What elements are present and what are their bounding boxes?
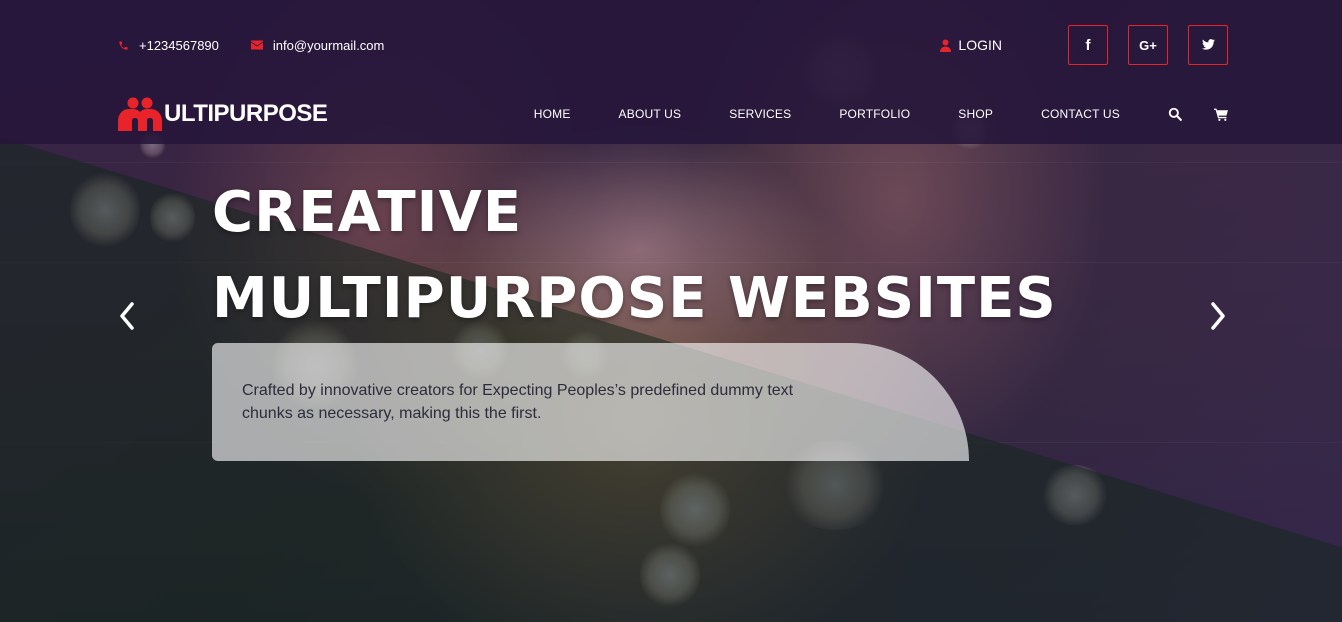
cart-icon[interactable] [1214,108,1228,121]
nav-item-shop[interactable]: SHOP [958,107,993,121]
hero-title-line-2: MULTIPURPOSE WEBSITES [212,266,1057,331]
chevron-left-icon [120,302,134,330]
search-icon[interactable] [1168,107,1182,121]
top-right-group: LOGIN f G+ [940,25,1228,65]
nav-item-home[interactable]: HOME [534,107,571,121]
nav-item-portfolio[interactable]: PORTFOLIO [839,107,910,121]
chevron-right-icon [1211,302,1225,330]
hero-title: CREATIVE MULTIPURPOSE WEBSITES [212,170,1057,342]
google-plus-icon: G+ [1139,37,1157,53]
logo-mark-icon [118,97,162,131]
slider-prev-button[interactable] [116,300,138,332]
main-navbar: ULTIPURPOSE HOME ABOUT US SERVICES PORTF… [118,94,1228,134]
user-icon [940,39,952,52]
email-contact[interactable]: info@yourmail.com [250,37,385,53]
nav-menu: HOME ABOUT US SERVICES PORTFOLIO SHOP CO… [534,107,1228,121]
facebook-icon: f [1085,36,1091,54]
twitter-icon [1201,37,1215,53]
phone-contact[interactable]: +1234567890 [118,38,219,53]
slider-next-button[interactable] [1207,300,1229,332]
envelope-icon [250,40,263,50]
nav-item-about-us[interactable]: ABOUT US [619,107,682,121]
site-header: +1234567890 info@yourmail.com LOGIN f G+ [0,0,1342,144]
email-address: info@yourmail.com [272,37,385,53]
phone-icon [118,40,129,51]
twitter-button[interactable] [1188,25,1228,65]
hero-description: Crafted by innovative creators for Expec… [242,382,794,422]
facebook-button[interactable]: f [1068,25,1108,65]
hero-description-card: Crafted by innovative creators for Expec… [212,343,969,461]
site-logo[interactable]: ULTIPURPOSE [118,97,328,131]
top-bar: +1234567890 info@yourmail.com LOGIN f G+ [118,24,1228,66]
login-label: LOGIN [958,37,1002,53]
nav-item-contact-us[interactable]: CONTACT US [1041,107,1120,121]
phone-number: +1234567890 [139,37,219,53]
google-plus-button[interactable]: G+ [1128,25,1168,65]
logo-text: ULTIPURPOSE [164,100,328,127]
login-link[interactable]: LOGIN [940,37,1002,53]
hero-title-line-1: CREATIVE [212,180,523,245]
nav-item-services[interactable]: SERVICES [729,107,791,121]
